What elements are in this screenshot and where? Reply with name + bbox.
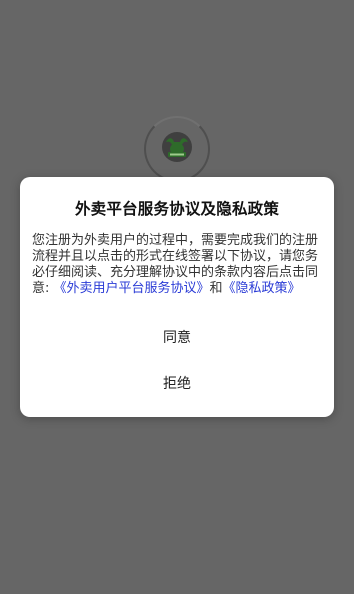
dialog-title: 外卖平台服务协议及隐私政策 xyxy=(74,200,280,218)
dialog-body: 您注册为外卖用户的过程中，需要完成我们的注册流程并且以点击的形式在线签署以下协议… xyxy=(32,233,326,297)
splash-logo xyxy=(144,116,210,182)
privacy-policy-link[interactable]: 《隐私政策》 xyxy=(223,281,301,296)
conjunction-text: 和 xyxy=(209,281,223,296)
agree-button[interactable]: 同意 xyxy=(20,323,334,353)
refuse-button[interactable]: 拒绝 xyxy=(20,369,334,399)
agreement-dialog: 外卖平台服务协议及隐私政策 您注册为外卖用户的过程中，需要完成我们的注册流程并且… xyxy=(20,177,334,417)
service-agreement-link[interactable]: 《外卖用户平台服务协议》 xyxy=(54,281,210,296)
app-logo-icon xyxy=(162,132,192,162)
